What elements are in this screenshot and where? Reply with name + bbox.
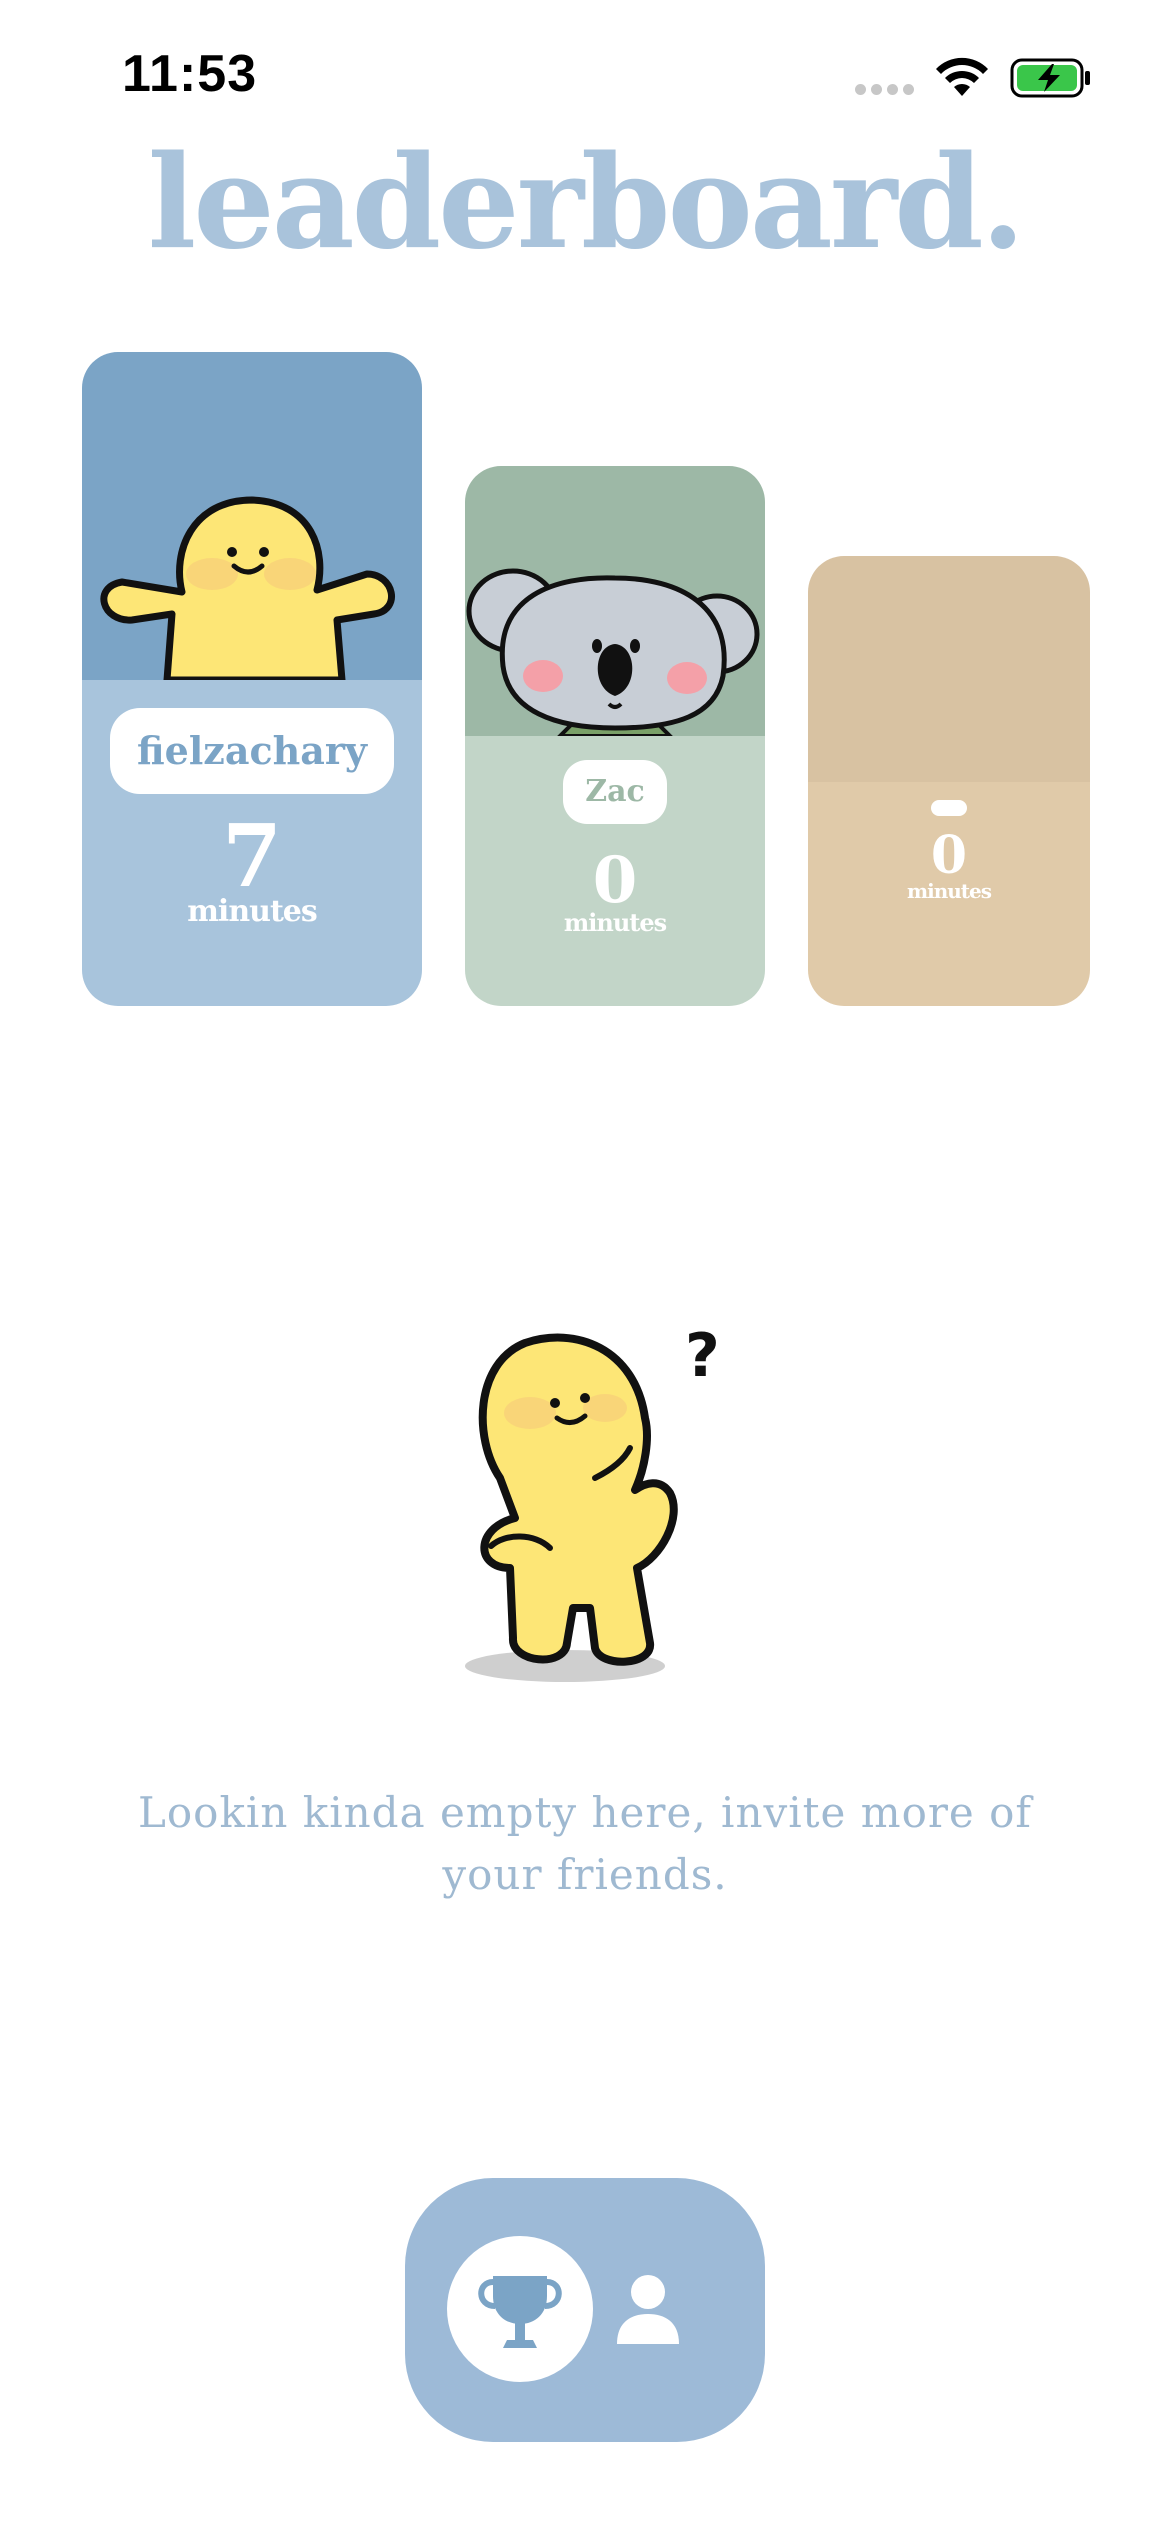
avatar-area — [808, 556, 1090, 782]
svg-text:?: ? — [685, 1321, 720, 1391]
tab-leaderboard[interactable] — [447, 2236, 593, 2382]
page-title: leaderboard. — [147, 128, 1026, 278]
thinking-character-illustration: ? — [465, 1321, 720, 1682]
wifi-icon — [936, 57, 988, 96]
minutes-value: 0 — [930, 825, 968, 886]
tab-bar — [405, 2178, 765, 2442]
tab-profile[interactable] — [615, 2274, 681, 2344]
player-name: Zac — [563, 760, 667, 824]
battery-charging-icon — [1010, 58, 1090, 98]
yellow-character-avatar — [100, 496, 395, 680]
avatar-area — [82, 352, 422, 680]
koala-avatar — [466, 568, 760, 736]
leaderboard-card-second[interactable]: Zac 0 minutes — [465, 466, 765, 1006]
empty-state-message: Lookin kinda empty here, invite more of … — [138, 1788, 1032, 1899]
minutes-label: minutes — [906, 879, 992, 903]
player-name: fielzachary — [110, 708, 394, 794]
status-time: 11:53 — [122, 45, 258, 103]
minutes-label: minutes — [187, 894, 318, 929]
player-name — [931, 800, 967, 816]
trophy-icon — [478, 2276, 562, 2348]
minutes-value: 0 — [592, 843, 638, 918]
minutes-value: 7 — [222, 806, 282, 907]
leaderboard-card-third[interactable]: 0 minutes — [808, 556, 1090, 1006]
status-bar: 11:53 — [0, 0, 1170, 140]
leaderboard-card-first[interactable]: fielzachary 7 minutes — [82, 352, 422, 1006]
cellular-signal-icon — [855, 82, 919, 100]
avatar-area — [465, 466, 765, 736]
person-icon — [617, 2275, 679, 2344]
minutes-label: minutes — [563, 908, 667, 937]
